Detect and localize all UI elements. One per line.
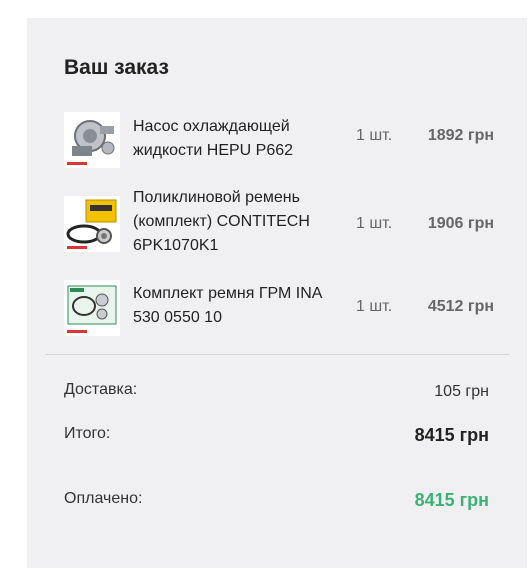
delivery-label: Доставка: [64,381,138,398]
order-summary-panel: Ваш заказ Насос охлаждающей жидкости HEP… [27,18,527,568]
belt-kit-image[interactable] [64,280,120,336]
item-quantity: 1 шт. [356,127,393,144]
brand-mark [67,330,87,333]
order-title: Ваш заказ [64,56,169,79]
total-label: Итого: [64,425,111,442]
timing-belt-kit-image[interactable] [64,196,120,252]
paid-value: 8415 грн [414,490,489,510]
brand-mark [67,246,87,249]
order-item: Поликлиновой ремень (комплект) CONTITECH… [64,189,494,256]
order-item: Насос охлаждающей жидкости HEPU P662 1 ш… [64,112,494,172]
total-value: 8415 грн [414,425,489,445]
water-pump-image[interactable] [64,112,120,168]
summary-divider [45,354,509,355]
item-name[interactable]: Поликлиновой ремень (комплект) CONTITECH… [133,186,343,258]
delivery-value: 105 грн [434,383,489,400]
order-item: Комплект ремня ГРМ INA 530 0550 10 1 шт.… [64,280,494,340]
brand-mark [67,162,87,165]
item-price: 1892 грн [427,127,494,144]
item-quantity: 1 шт. [356,298,393,315]
paid-label: Оплачено: [64,490,143,507]
item-name[interactable]: Комплект ремня ГРМ INA 530 0550 10 [133,282,338,330]
item-name[interactable]: Насос охлаждающей жидкости HEPU P662 [133,115,338,163]
item-price: 1906 грн [427,215,494,232]
item-price: 4512 грн [427,298,494,315]
item-quantity: 1 шт. [356,215,393,232]
